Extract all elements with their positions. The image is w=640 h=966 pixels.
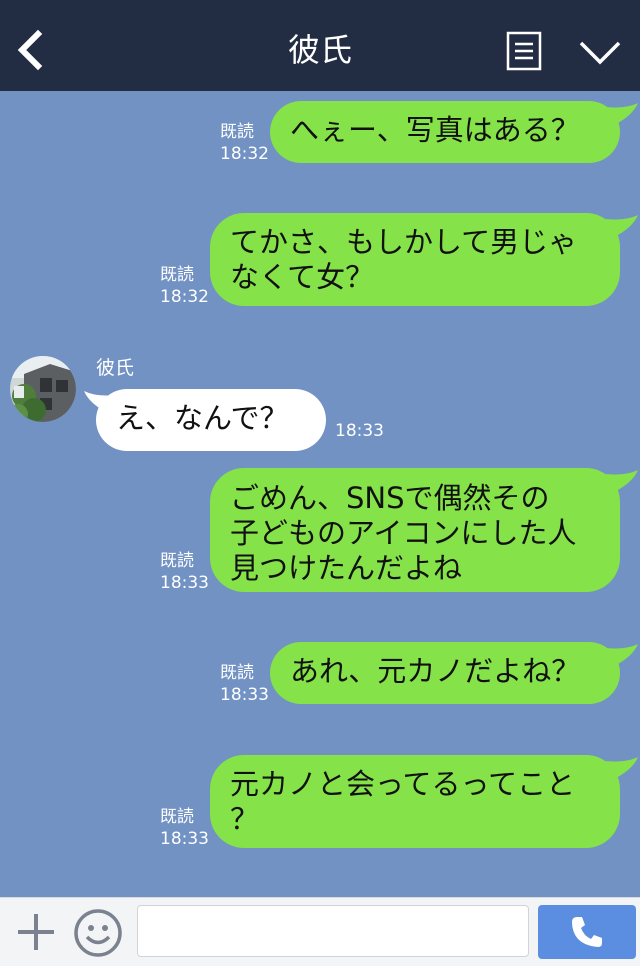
outgoing-message-bubble[interactable]: あれ、元カノだよね？ <box>270 642 620 704</box>
phone-icon <box>572 917 602 947</box>
message-status: 既読 18:33 <box>160 806 209 850</box>
message-status: 既読 18:32 <box>160 264 209 308</box>
incoming-message-bubble[interactable]: え、なんで？ <box>96 389 326 451</box>
bubble-tail <box>606 757 638 781</box>
read-receipt: 既読 <box>220 122 254 142</box>
outgoing-message-bubble[interactable]: ごめん、SNSで偶然その 子どものアイコンにした人 見つけたんだよね <box>210 468 620 592</box>
read-receipt: 既読 <box>160 551 194 571</box>
message-status: 既読 18:32 <box>220 121 269 165</box>
message-time: 18:33 <box>335 421 384 441</box>
message-status: 既読 18:33 <box>220 662 269 706</box>
notes-button[interactable] <box>506 31 542 71</box>
chat-screen: 彼氏 既読 18:32 へぇー、写真はある？ 既読 18:32 てかさ、もしかし… <box>0 0 640 966</box>
avatar-photo-icon <box>10 356 76 422</box>
sender-name: 彼氏 <box>96 357 135 379</box>
read-receipt: 既読 <box>160 807 194 827</box>
read-receipt: 既読 <box>220 663 254 683</box>
message-time: 18:33 <box>160 573 209 593</box>
bubble-tail <box>606 103 638 127</box>
outgoing-message-bubble[interactable]: てかさ、もしかして男じゃ なくて女？ <box>210 213 620 306</box>
message-input[interactable] <box>137 905 529 957</box>
outgoing-message-bubble[interactable]: へぇー、写真はある？ <box>270 101 620 163</box>
emoji-button[interactable] <box>73 908 123 958</box>
contact-avatar[interactable] <box>10 356 76 422</box>
message-time: 18:32 <box>220 144 269 164</box>
message-time: 18:33 <box>220 685 269 705</box>
bubble-tail <box>606 644 638 668</box>
read-receipt: 既読 <box>160 265 194 285</box>
chevron-down-icon <box>579 41 621 65</box>
message-time: 18:32 <box>160 287 209 307</box>
notes-icon <box>506 31 542 71</box>
outgoing-message-bubble[interactable]: 元カノと会ってるってこと ？ <box>210 755 620 848</box>
bubble-tail <box>606 470 638 494</box>
bubble-tail <box>606 215 638 239</box>
emoji-icon <box>74 909 122 957</box>
chat-title: 彼氏 <box>287 31 352 69</box>
message-status: 既読 18:33 <box>160 550 209 594</box>
message-time: 18:33 <box>160 829 209 849</box>
message-input-bar <box>0 897 640 966</box>
call-button[interactable] <box>538 905 636 959</box>
menu-toggle-button[interactable] <box>578 38 622 66</box>
chat-header: 彼氏 <box>0 0 640 91</box>
add-attachment-button[interactable] <box>14 910 58 954</box>
plus-icon <box>18 914 54 950</box>
